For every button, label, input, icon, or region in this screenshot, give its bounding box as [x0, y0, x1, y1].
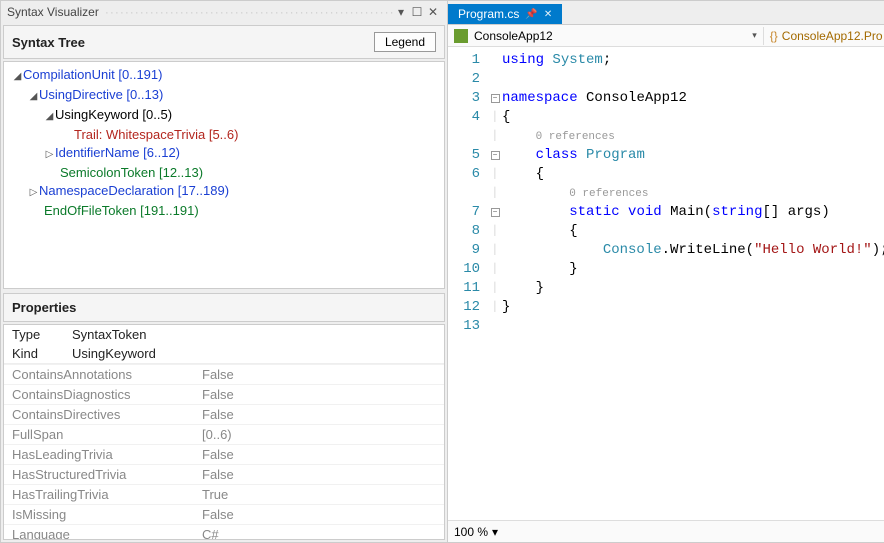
tab-label: Program.cs — [458, 7, 519, 21]
chevron-down-icon: ▾ — [752, 30, 757, 41]
pin-icon[interactable]: 📌 — [525, 9, 537, 20]
namespace-crumb: ConsoleApp12.Pro — [782, 29, 883, 43]
prop-kind-value: UsingKeyword — [72, 346, 156, 361]
prop-type-label: Type — [12, 327, 72, 342]
syntax-tree-header: Syntax Tree Legend — [3, 25, 445, 59]
expander-icon[interactable]: ◢ — [44, 108, 55, 126]
pin-icon[interactable]: ☐ — [409, 5, 425, 19]
syntax-tree-title: Syntax Tree — [12, 35, 85, 50]
expander-icon[interactable]: ▷ — [44, 146, 55, 164]
fold-gutter[interactable]: − ││ − ││ − ││ ││ │ — [488, 47, 502, 542]
namespace-dropdown[interactable]: {} ConsoleApp12.Pro — [764, 27, 884, 45]
project-name: ConsoleApp12 — [474, 29, 553, 43]
tree-node-semicolon[interactable]: SemicolonToken [12..13) — [60, 165, 203, 180]
code-editor[interactable]: 1 2 3 4 5 6 7 8 9 10 11 12 13 − ││ − ││ … — [448, 47, 884, 542]
dropdown-icon[interactable]: ▾ — [393, 5, 409, 19]
close-icon[interactable]: ✕ — [544, 9, 552, 20]
prop-kind-label: Kind — [12, 346, 72, 361]
tree-node-eof[interactable]: EndOfFileToken [191..191) — [44, 203, 199, 218]
panel-titlebar: Syntax Visualizer ······················… — [1, 1, 447, 23]
properties-header: Properties — [3, 293, 445, 322]
tree-node-usingkeyword[interactable]: UsingKeyword [0..5) — [55, 107, 172, 122]
properties-panel: TypeSyntaxToken KindUsingKeyword Contain… — [3, 324, 445, 540]
fold-icon[interactable]: − — [491, 151, 500, 160]
csharp-icon — [454, 29, 468, 43]
zoom-bar: 100 % ▾ — [448, 520, 884, 542]
panel-title-text: Syntax Visualizer — [7, 5, 99, 19]
tree-node-trivia[interactable]: Trail: WhitespaceTrivia [5..6) — [74, 127, 238, 142]
prop-row: FullSpan[0..6) — [4, 424, 444, 444]
tab-programcs[interactable]: Program.cs 📌 ✕ — [448, 4, 562, 24]
line-gutter: 1 2 3 4 5 6 7 8 9 10 11 12 13 — [448, 47, 488, 542]
chevron-down-icon[interactable]: ▾ — [492, 525, 498, 539]
prop-row: IsMissingFalse — [4, 504, 444, 524]
legend-button[interactable]: Legend — [374, 32, 436, 52]
prop-row: LanguageC# — [4, 524, 444, 539]
nav-bar: ConsoleApp12 ▾ {} ConsoleApp12.Pro — [448, 25, 884, 47]
tree-node-identifiername[interactable]: IdentifierName [6..12) — [55, 145, 180, 160]
fold-icon[interactable]: − — [491, 94, 500, 103]
expander-icon[interactable]: ◢ — [12, 68, 23, 86]
prop-type-value: SyntaxToken — [72, 327, 146, 342]
tree-node-compilationunit[interactable]: CompilationUnit [0..191) — [23, 67, 162, 82]
code-editor-panel: Program.cs 📌 ✕ ConsoleApp12 ▾ {} Console… — [448, 0, 884, 543]
tree-node-namespacedecl[interactable]: NamespaceDeclaration [17..189) — [39, 183, 229, 198]
fold-icon[interactable]: − — [491, 208, 500, 217]
prop-row: HasTrailingTriviaTrue — [4, 484, 444, 504]
prop-row: ContainsDiagnosticsFalse — [4, 384, 444, 404]
properties-title: Properties — [12, 300, 76, 315]
syntax-tree[interactable]: ◢CompilationUnit [0..191) ◢UsingDirectiv… — [3, 61, 445, 289]
project-dropdown[interactable]: ConsoleApp12 ▾ — [448, 27, 764, 45]
expander-icon[interactable]: ▷ — [28, 184, 39, 202]
tree-node-usingdirective[interactable]: UsingDirective [0..13) — [39, 87, 163, 102]
properties-grid[interactable]: ContainsAnnotationsFalse ContainsDiagnos… — [4, 363, 444, 539]
expander-icon[interactable]: ◢ — [28, 88, 39, 106]
tabbar: Program.cs 📌 ✕ — [448, 1, 884, 25]
prop-row: ContainsDirectivesFalse — [4, 404, 444, 424]
zoom-level[interactable]: 100 % — [454, 525, 488, 539]
prop-row: HasStructuredTriviaFalse — [4, 464, 444, 484]
prop-row: HasLeadingTriviaFalse — [4, 444, 444, 464]
close-icon[interactable]: ✕ — [425, 5, 441, 19]
prop-row: ContainsAnnotationsFalse — [4, 364, 444, 384]
code-body[interactable]: using System; namespace ConsoleApp12 { 0… — [502, 47, 884, 542]
syntax-visualizer-panel: Syntax Visualizer ······················… — [0, 0, 448, 543]
titlebar-grip[interactable]: ········································… — [105, 5, 393, 19]
